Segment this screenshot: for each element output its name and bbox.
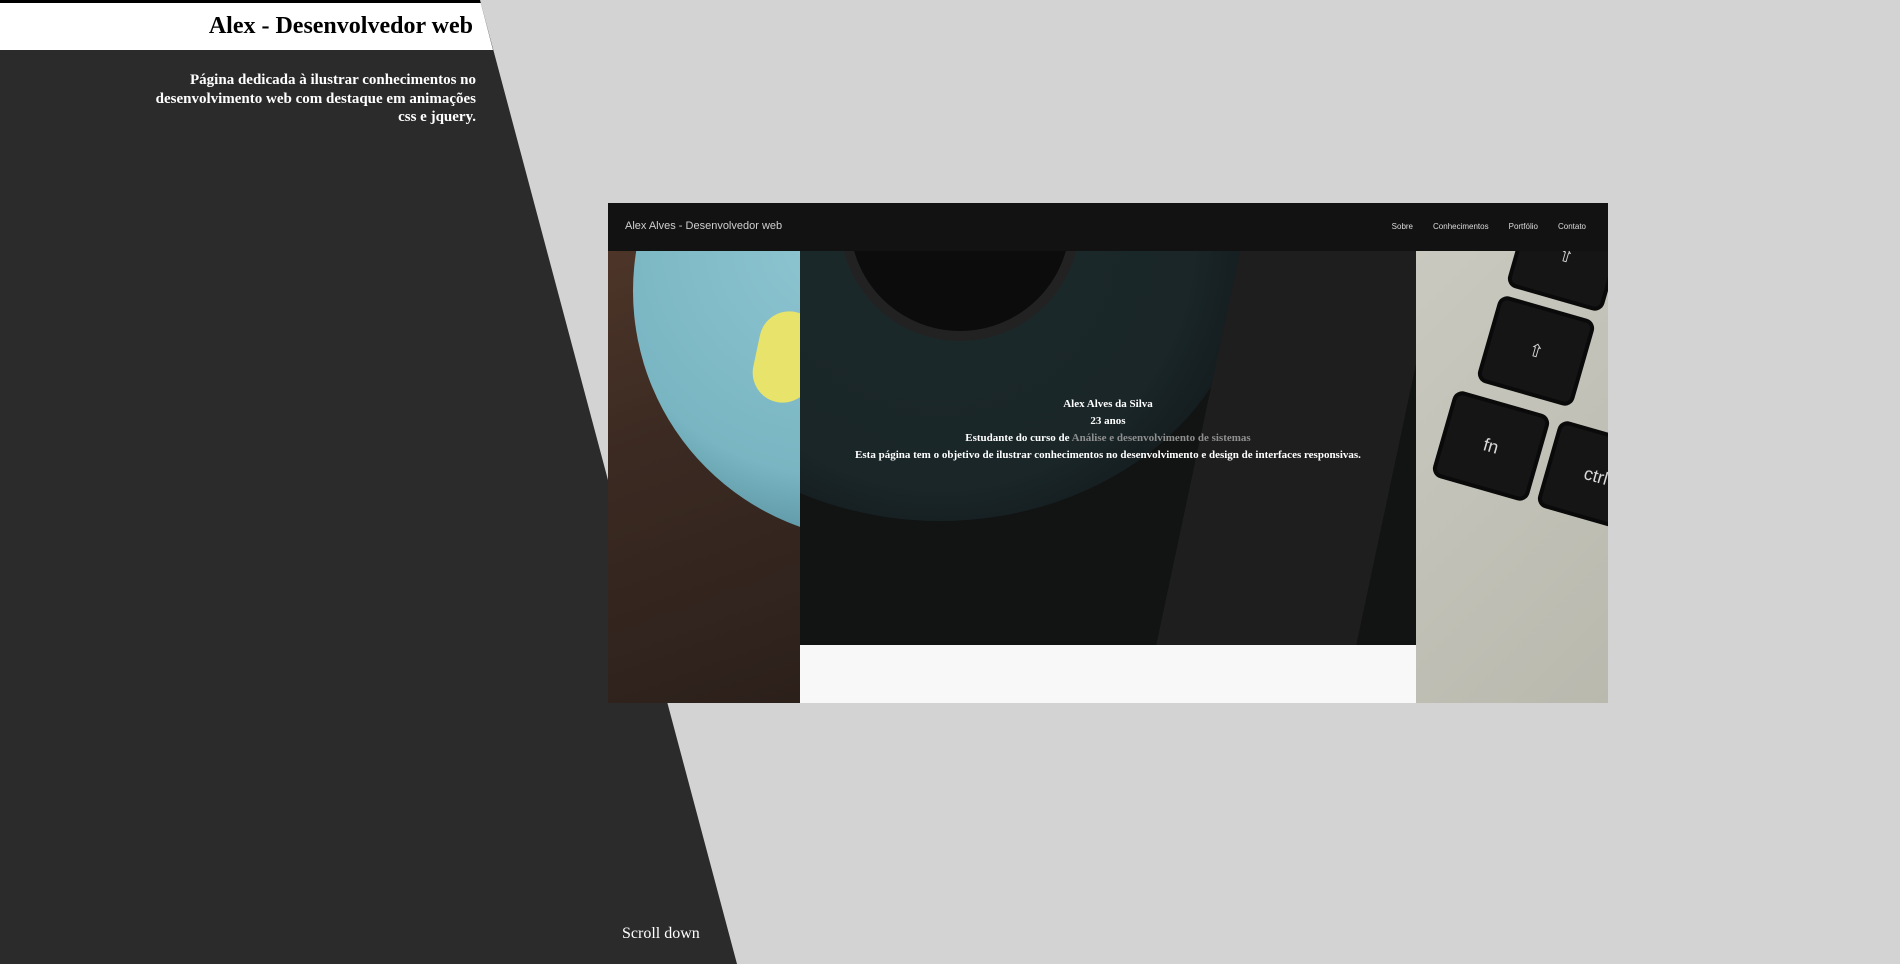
hero-course: Estudante do curso de Análise e desenvol…	[800, 430, 1416, 447]
ctrl-key: ctrl	[1535, 418, 1608, 534]
nav-link-portfolio[interactable]: Portfólio	[1509, 222, 1538, 231]
course-name: Análise e desenvolvimento de sistemas	[1071, 432, 1251, 444]
ctrl-key-label: ctrl	[1581, 462, 1608, 489]
preview-brand[interactable]: Alex Alves - Desenvolvedor web	[625, 220, 782, 232]
site-description: Página dedicada à ilustrar conhecimentos…	[155, 72, 476, 125]
nav-link-conhecimentos[interactable]: Conhecimentos	[1433, 222, 1489, 231]
preview-navbar: Alex Alves - Desenvolvedor web Sobre Con…	[608, 203, 1608, 252]
hero-bottom-band	[800, 645, 1416, 703]
fn-key: fn	[1430, 388, 1552, 504]
fn-key-label: fn	[1481, 433, 1502, 458]
keyboard-image: ⇧ ⇧ fn ctrl	[1416, 251, 1608, 703]
hero-text: Alex Alves da Silva 23 anos Estudante do…	[800, 396, 1416, 464]
hero-objective: Esta página tem o objetivo de ilustrar c…	[855, 449, 1361, 461]
nav-link-contato[interactable]: Contato	[1558, 222, 1586, 231]
hero-name: Alex Alves da Silva	[1063, 398, 1153, 410]
title-bar: Alex - Desenvolvedor web	[0, 0, 493, 50]
coffee-table-image	[608, 251, 800, 703]
scroll-down-link[interactable]: Scroll down	[622, 925, 700, 943]
shift-key: ⇧	[1475, 293, 1597, 409]
course-prefix: Estudante do curso de	[965, 432, 1070, 444]
site-preview: Alex Alves - Desenvolvedor web Sobre Con…	[608, 203, 1608, 703]
site-title: Alex - Desenvolvedor web	[208, 13, 473, 39]
preview-nav-links: Sobre Conhecimentos Portfólio Contato	[1392, 222, 1586, 231]
hero-age: 23 anos	[1090, 415, 1126, 427]
nav-link-sobre[interactable]: Sobre	[1392, 222, 1413, 231]
